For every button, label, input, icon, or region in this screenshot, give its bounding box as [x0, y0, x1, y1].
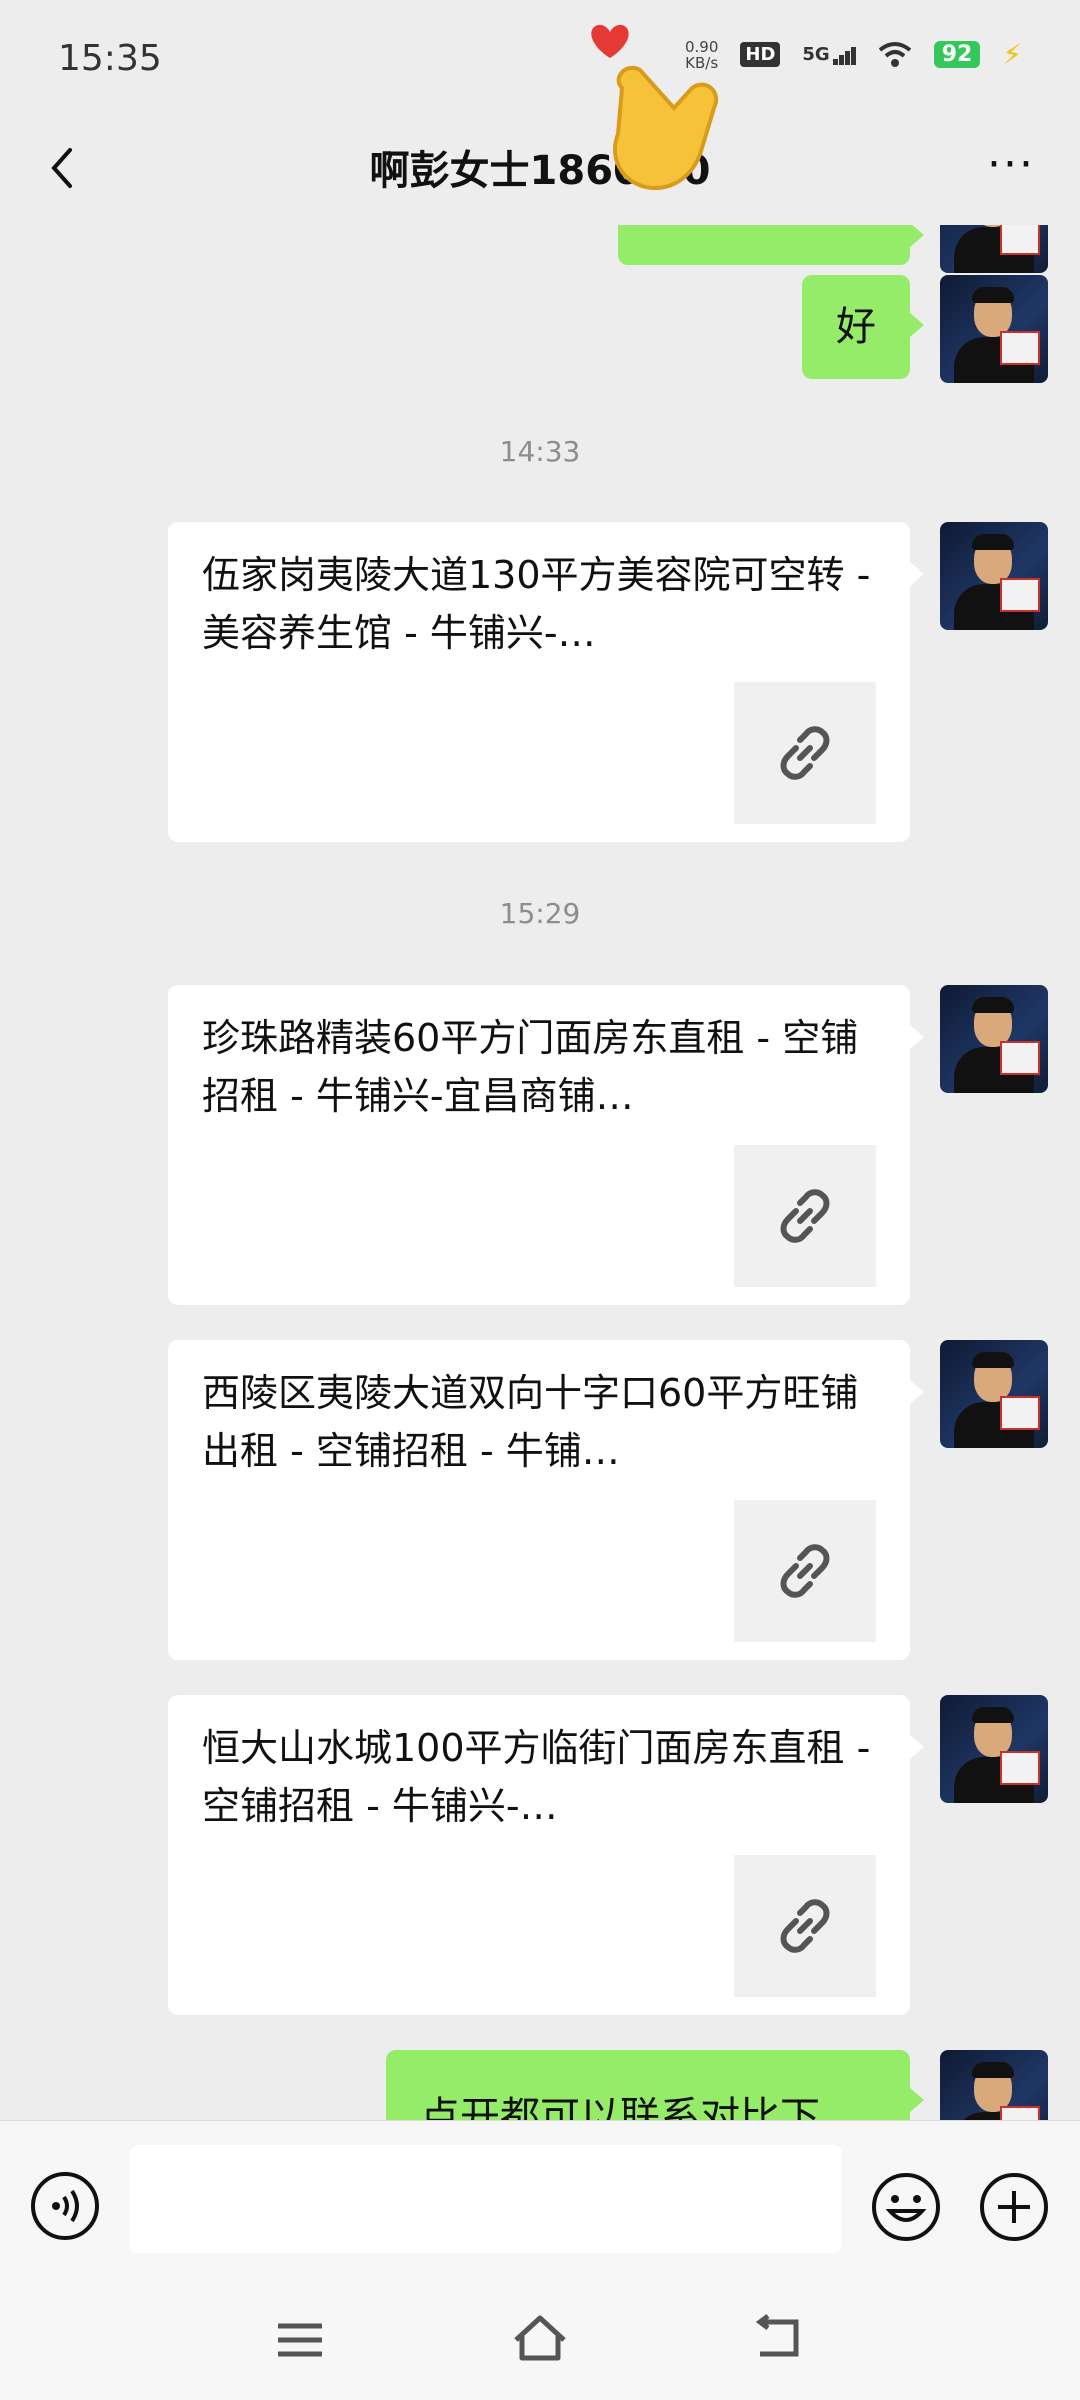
charging-icon: ⚡: [1002, 38, 1022, 71]
link-card[interactable]: 恒大山水城100平方临街门面房东直租 - 空铺招租 - 牛铺兴-…: [168, 1695, 924, 2015]
link-icon: [734, 1500, 876, 1642]
avatar[interactable]: [940, 225, 1048, 273]
network-speed: 0.90 KB/s: [684, 37, 719, 72]
battery-icon: 92: [933, 41, 981, 68]
chat-title: 啊彭女士1860 90: [369, 148, 711, 194]
message-bubble-partial[interactable]: [618, 225, 924, 265]
link-icon: [734, 682, 876, 824]
input-bar: [0, 2120, 1080, 2283]
system-navigation-bar: [0, 2282, 1080, 2400]
message-bubble[interactable]: 好: [802, 275, 924, 379]
link-icon: [734, 1855, 876, 1997]
voice-icon[interactable]: [30, 2171, 100, 2241]
menu-icon[interactable]: [270, 2310, 330, 2370]
timestamp: 14:33: [499, 435, 581, 468]
status-time: 15:35: [58, 38, 162, 79]
home-icon[interactable]: [508, 2306, 572, 2370]
system-back-icon[interactable]: [750, 2308, 810, 2368]
signal-icon: 5G: [802, 44, 856, 65]
status-bar: 15:35 0.90 KB/s HD 5G 92 ⚡: [0, 0, 1080, 120]
link-icon: [734, 1145, 876, 1287]
avatar[interactable]: [940, 1695, 1048, 1803]
avatar[interactable]: [940, 1340, 1048, 1448]
hd-icon: HD: [740, 42, 781, 67]
more-icon[interactable]: ···: [976, 140, 1046, 200]
avatar[interactable]: [940, 275, 1048, 383]
link-card[interactable]: 珍珠路精装60平方门面房东直租 - 空铺招租 - 牛铺兴-宜昌商铺…: [168, 985, 924, 1305]
plus-icon[interactable]: [978, 2171, 1050, 2243]
message-bubble[interactable]: 点开都可以联系对比下: [386, 2050, 924, 2120]
status-icons: 0.90 KB/s HD 5G 92 ⚡: [685, 38, 1022, 71]
link-title: 恒大山水城100平方临街门面房东直租 - 空铺招租 - 牛铺兴-…: [202, 1726, 871, 1828]
link-title: 西陵区夷陵大道双向十字口60平方旺铺出租 - 空铺招租 - 牛铺…: [202, 1371, 859, 1473]
chat-area[interactable]: 好 14:33 伍家岗夷陵大道130平方美容院可空转 - 美容养生馆 - 牛铺兴…: [0, 225, 1080, 2120]
avatar[interactable]: [940, 522, 1048, 630]
link-title: 伍家岗夷陵大道130平方美容院可空转 - 美容养生馆 - 牛铺兴-…: [202, 553, 871, 655]
timestamp: 15:29: [499, 897, 581, 930]
avatar[interactable]: [940, 985, 1048, 1093]
chat-header: 啊彭女士1860 90 ···: [0, 120, 1080, 225]
link-card[interactable]: 西陵区夷陵大道双向十字口60平方旺铺出租 - 空铺招租 - 牛铺…: [168, 1340, 924, 1660]
link-title: 珍珠路精装60平方门面房东直租 - 空铺招租 - 牛铺兴-宜昌商铺…: [202, 1016, 859, 1118]
wifi-icon: [878, 41, 911, 67]
link-card[interactable]: 伍家岗夷陵大道130平方美容院可空转 - 美容养生馆 - 牛铺兴-…: [168, 522, 924, 842]
emoji-icon[interactable]: [870, 2171, 942, 2243]
avatar[interactable]: [940, 2050, 1048, 2120]
message-input[interactable]: [130, 2145, 842, 2253]
